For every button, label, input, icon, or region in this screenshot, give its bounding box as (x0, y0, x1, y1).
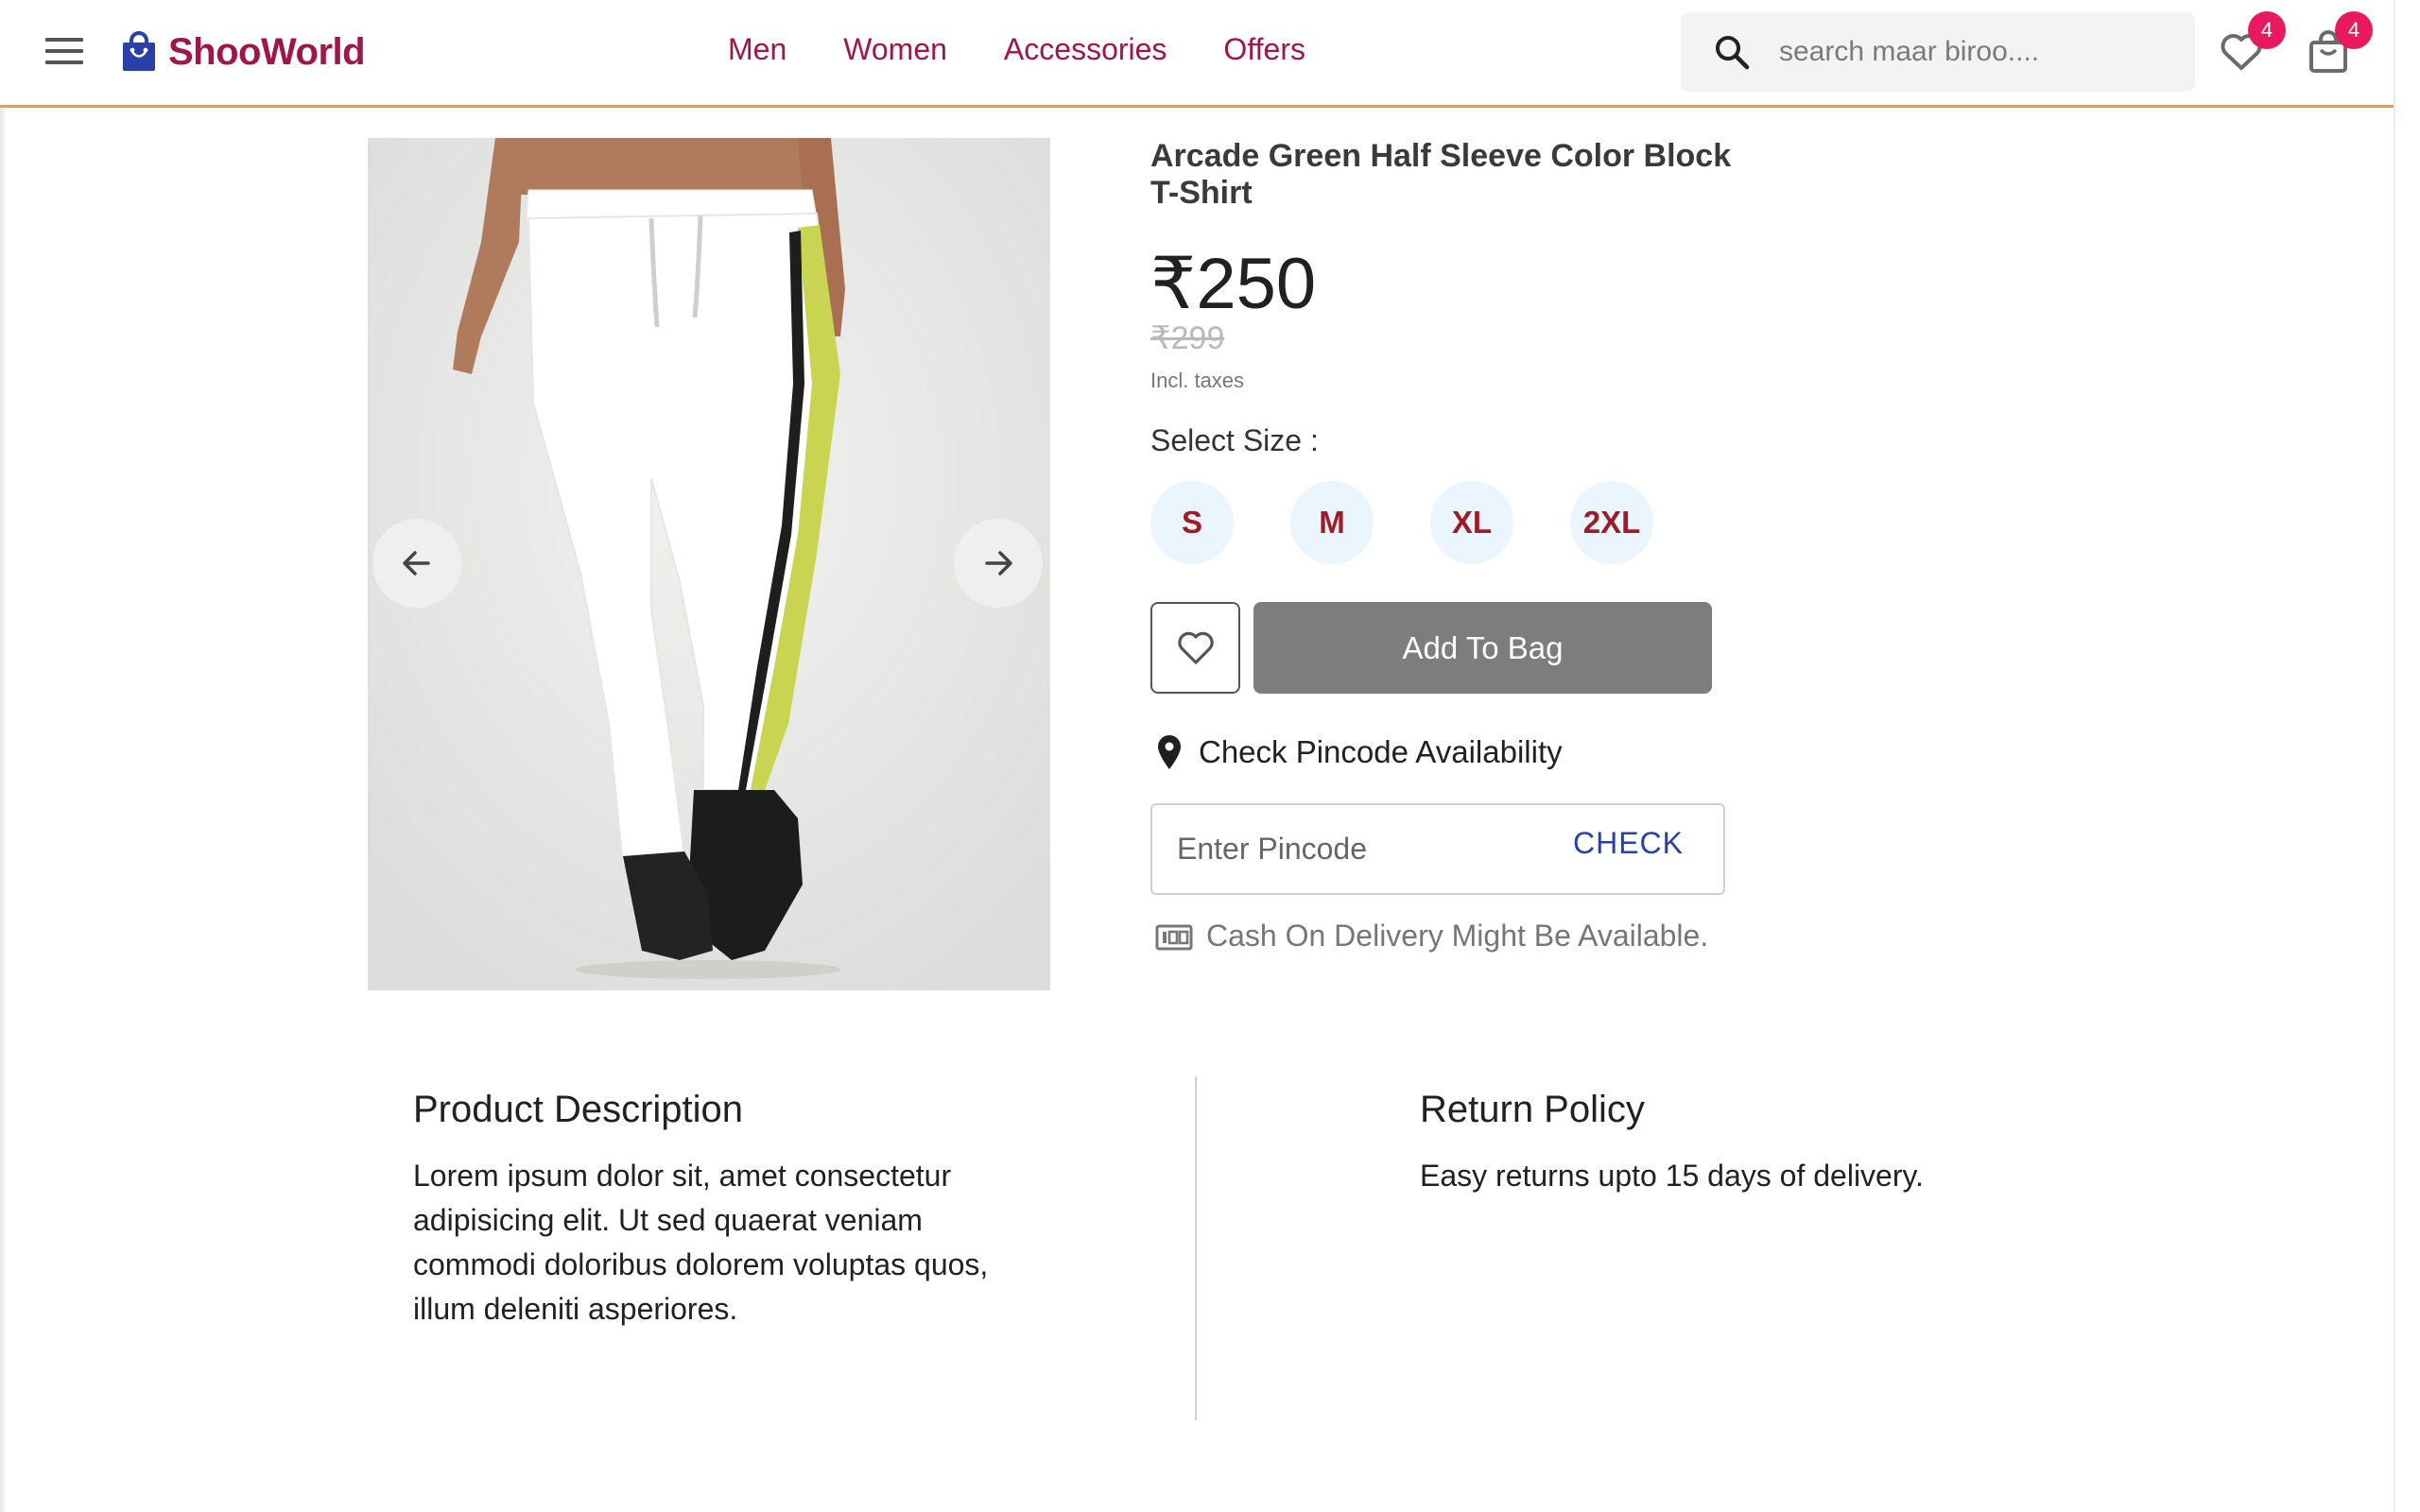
pincode-input[interactable] (1177, 832, 1536, 867)
return-policy-title: Return Policy (1420, 1089, 1645, 1130)
size-label: Select Size : (1150, 423, 1319, 457)
return-policy-section: Return Policy Easy returns upto 15 days … (1420, 1089, 2082, 1198)
nav-women[interactable]: Women (843, 32, 947, 67)
return-policy-text: Easy returns upto 15 days of delivery. (1420, 1159, 1925, 1193)
next-image-button[interactable] (954, 519, 1043, 608)
taxes-note: Incl. taxes (1150, 369, 1245, 392)
search-icon[interactable] (1713, 33, 1751, 71)
bag-count-badge: 4 (2335, 11, 2373, 49)
product-description-title: Product Description (413, 1089, 744, 1130)
pincode-form: CHECK (1150, 803, 1725, 895)
add-to-wishlist-button[interactable] (1150, 602, 1240, 694)
cash-icon (1155, 924, 1193, 950)
check-pincode-button[interactable]: CHECK (1573, 826, 1684, 861)
section-divider (1195, 1076, 1197, 1420)
prev-image-button[interactable] (372, 519, 461, 608)
page: ShooWorld Men Women Accessories Offers 4 (0, 0, 2420, 1512)
bag-button[interactable]: 4 (2305, 11, 2373, 76)
brand-logo[interactable]: ShooWorld (121, 28, 366, 76)
cod-row: Cash On Delivery Might Be Available. (1155, 919, 1708, 954)
original-price: ₹299 (1150, 320, 1225, 356)
product-photo (368, 138, 1050, 990)
product-description-text: Lorem ipsum dolor sit, amet consectetur … (413, 1159, 989, 1326)
scrollbar-track[interactable] (2394, 0, 2420, 1512)
shopping-bag-logo-icon (123, 31, 155, 71)
add-to-bag-button[interactable]: Add To Bag (1253, 602, 1712, 694)
arrow-right-icon (985, 551, 1012, 576)
product-title: Arcade Green Half Sleeve Color Block T-S… (1150, 138, 1732, 211)
menu-icon[interactable] (45, 38, 83, 66)
pincode-heading-row: Check Pincode Availability (1155, 733, 1563, 771)
nav-offers[interactable]: Offers (1223, 32, 1305, 67)
left-edge-shadow (0, 0, 8, 1512)
wishlist-count-badge: 4 (2248, 11, 2286, 49)
product-description-section: Product Description Lorem ipsum dolor si… (413, 1089, 1018, 1332)
pincode-heading: Check Pincode Availability (1199, 734, 1563, 769)
top-header: ShooWorld Men Women Accessories Offers 4 (0, 0, 2394, 108)
size-option-m[interactable]: M (1290, 481, 1374, 564)
brand-name: ShooWorld (168, 30, 366, 73)
product-price: ₹250 (1150, 244, 1317, 324)
search-bar (1681, 12, 2195, 92)
size-option-2xl[interactable]: 2XL (1570, 481, 1653, 564)
search-input[interactable] (1779, 36, 2157, 68)
cod-note: Cash On Delivery Might Be Available. (1206, 919, 1709, 953)
size-option-xl[interactable]: XL (1430, 481, 1513, 564)
nav-accessories[interactable]: Accessories (1004, 32, 1167, 67)
main-nav: Men Women Accessories Offers (728, 32, 1305, 67)
product-image-carousel (368, 138, 1050, 990)
location-pin-icon (1158, 735, 1181, 769)
heart-icon (1177, 631, 1214, 664)
nav-men[interactable]: Men (728, 32, 786, 67)
size-option-s[interactable]: S (1150, 481, 1234, 564)
size-selector: S M XL 2XL (1150, 481, 1653, 564)
arrow-left-icon (403, 551, 430, 576)
wishlist-button[interactable]: 4 (2218, 11, 2286, 76)
